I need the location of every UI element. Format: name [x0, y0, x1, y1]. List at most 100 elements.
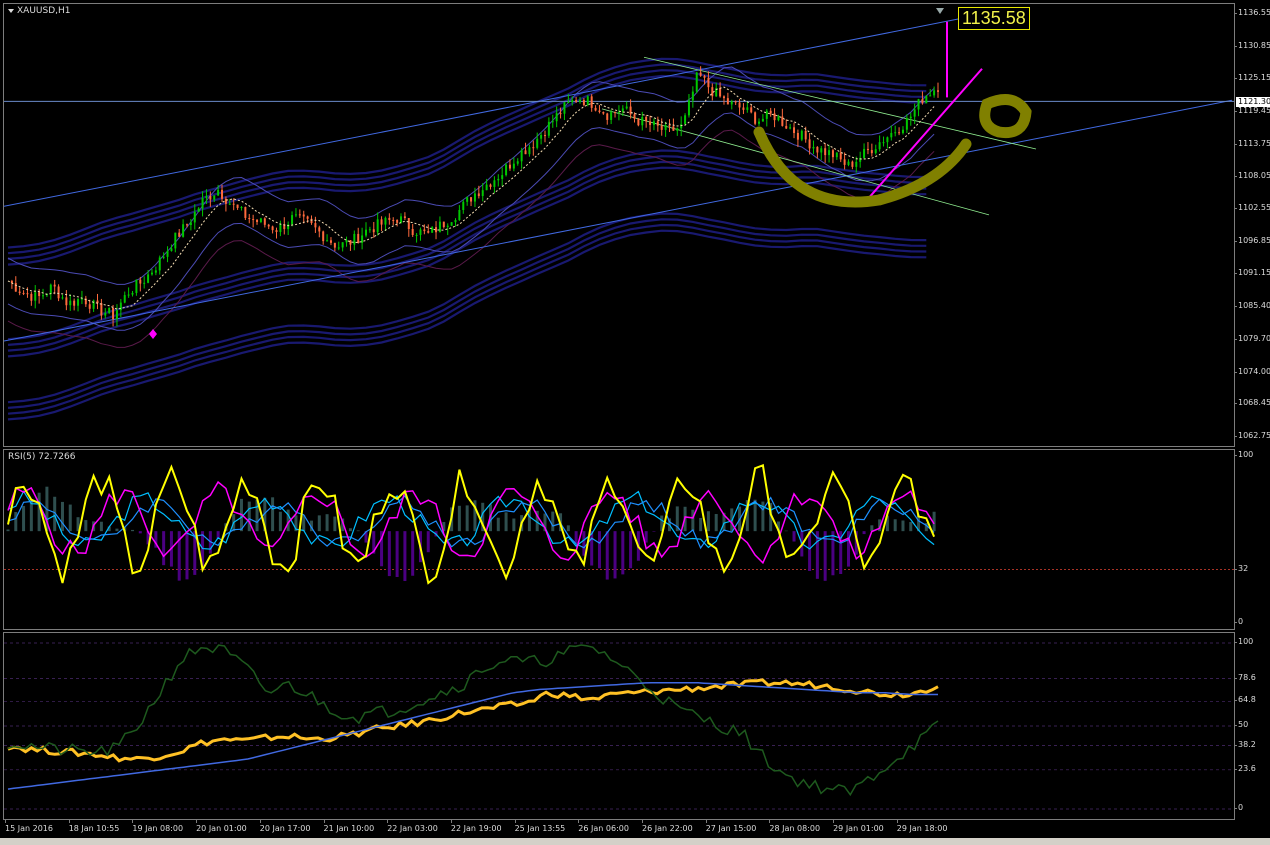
rsi-histogram-bar-down — [162, 531, 166, 566]
candle-body — [294, 214, 297, 216]
candle-body — [419, 229, 422, 235]
candle-body — [913, 109, 916, 117]
candle-body — [326, 240, 329, 242]
candle-body — [240, 207, 243, 209]
candle-body — [808, 139, 811, 149]
candle-body — [170, 248, 173, 251]
candle-body — [18, 291, 21, 293]
candle-body — [524, 150, 527, 155]
rsi-histogram-bar-down — [652, 531, 656, 532]
candle-body — [34, 292, 37, 301]
candle-body — [131, 292, 134, 295]
candle-body — [754, 112, 757, 124]
candle-body — [851, 161, 854, 167]
price-chart-panel[interactable]: XAUUSD,H1 — [3, 3, 1235, 447]
time-tick-label: 21 Jan 10:00 — [323, 820, 375, 833]
candle-body — [30, 293, 33, 301]
candle-body — [680, 124, 683, 129]
candle-body — [812, 146, 815, 149]
candle-body — [890, 132, 893, 138]
dropdown-triangle-icon[interactable] — [8, 8, 14, 13]
candle-body — [392, 219, 395, 221]
oscillator-panel[interactable] — [3, 632, 1235, 820]
candle-body — [719, 88, 722, 97]
price-tick-label: 1085.40 — [1233, 301, 1270, 311]
candle-body — [322, 231, 325, 242]
candle-body — [271, 226, 274, 231]
candle-body — [263, 218, 266, 225]
candle-body — [14, 283, 17, 292]
candle-body — [773, 113, 776, 121]
candle-body — [100, 303, 103, 316]
candle-body — [88, 304, 91, 309]
time-tick-label: 29 Jan 18:00 — [896, 820, 948, 833]
candle-body — [189, 222, 192, 226]
candle-body — [174, 232, 177, 249]
candle-body — [364, 229, 367, 236]
rsi-histogram-bar-down — [621, 531, 625, 575]
price-tag: 1135.58 — [958, 7, 1030, 30]
time-tick-label: 15 Jan 2016 — [5, 820, 53, 833]
candle-body — [824, 148, 827, 156]
candle-body — [734, 101, 737, 103]
candle-body — [711, 87, 714, 97]
lower-envelope-band — [7, 160, 927, 352]
rsi-histogram-bar-up — [348, 528, 352, 532]
rsi-histogram-bar-down — [138, 531, 142, 534]
candle-body — [314, 223, 317, 228]
candle-body — [886, 137, 889, 143]
channel-lower-line — [4, 99, 1233, 342]
candle-body — [699, 72, 702, 76]
time-tick-label: 26 Jan 22:00 — [642, 820, 693, 833]
candle-body — [497, 178, 500, 181]
time-axis: 15 Jan 2016 18 Jan 10:55 19 Jan 08:00 20 Ja… — [3, 820, 1235, 838]
candle-body — [726, 98, 729, 105]
candle-body — [785, 125, 788, 129]
candle-body — [127, 294, 130, 296]
candle-body — [828, 150, 831, 156]
candle-body — [649, 121, 652, 125]
rsi-histogram-bar-up — [84, 520, 88, 532]
candle-body — [197, 208, 200, 212]
oscillator-tick-label: 0 — [1233, 803, 1244, 812]
candle-body — [104, 312, 107, 316]
candle-body — [368, 229, 371, 231]
candle-body — [185, 224, 188, 226]
rsi-histogram-bar-up — [496, 517, 500, 532]
candle-body — [652, 121, 655, 125]
rsi-histogram-bar-up — [901, 520, 905, 532]
candle-body — [119, 302, 122, 311]
candle-body — [835, 152, 838, 158]
oscillator-series-line — [7, 678, 939, 763]
candle-body — [450, 222, 453, 226]
candle-body — [863, 148, 866, 158]
candle-body — [143, 282, 146, 284]
rsi-tick-label: 100 — [1233, 450, 1254, 459]
rsi-canvas — [4, 463, 1234, 585]
candle-body — [38, 292, 41, 297]
candle-body — [279, 224, 282, 232]
candle-body — [672, 126, 675, 131]
candle-body — [621, 108, 624, 112]
rsi-histogram-bar-down — [582, 531, 586, 556]
candle-body — [201, 197, 204, 209]
rsi-histogram-bar-up — [60, 501, 64, 532]
candle-body — [388, 217, 391, 220]
rsi-histogram-bar-up — [504, 512, 508, 532]
candle-body — [532, 147, 535, 149]
candle-body — [571, 100, 574, 103]
candle-body — [905, 118, 908, 130]
rsi-histogram-bar-down — [597, 531, 601, 569]
candle-body — [781, 116, 784, 126]
rsi-histogram-bar-up — [566, 525, 570, 532]
candle-body — [481, 190, 484, 197]
candle-body — [182, 224, 185, 237]
candle-body — [372, 229, 375, 233]
outer-envelope-band — [7, 229, 927, 421]
rsi-panel[interactable]: RSI(5) 72.7266 — [3, 449, 1235, 630]
time-tick-label: 26 Jan 06:00 — [578, 820, 629, 833]
candle-body — [894, 132, 897, 134]
candle-body — [162, 256, 165, 258]
candle-body — [563, 102, 566, 114]
candle-body — [61, 297, 64, 299]
